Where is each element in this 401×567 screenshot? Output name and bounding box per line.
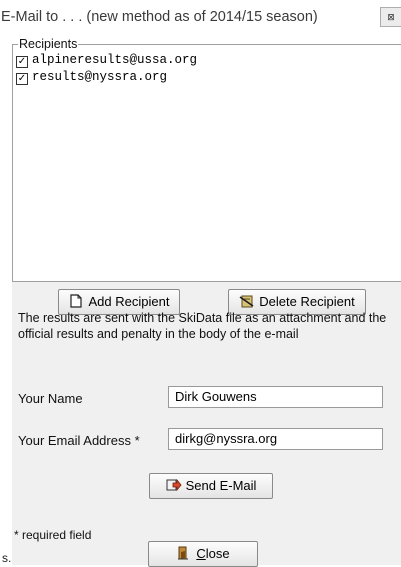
- required-field-note: * required field: [14, 528, 92, 542]
- close-icon: ⊠: [387, 12, 395, 22]
- add-recipient-label: Add Recipient: [88, 294, 170, 309]
- recipient-checkbox[interactable]: ✓: [16, 73, 28, 85]
- close-accelerator: C: [196, 546, 206, 561]
- your-name-field[interactable]: Dirk Gouwens: [168, 386, 383, 408]
- send-mail-icon: [166, 478, 182, 492]
- delete-recipient-label: Delete Recipient: [259, 294, 355, 309]
- window-title: E-Mail to . . . (new method as of 2014/1…: [1, 9, 318, 25]
- close-window-button[interactable]: ⊠: [380, 7, 401, 27]
- send-email-button[interactable]: Send E-Mail: [149, 473, 273, 499]
- recipient-email: results@nyssra.org: [32, 70, 168, 84]
- send-email-label: Send E-Mail: [185, 478, 257, 493]
- exit-door-icon: [176, 546, 190, 560]
- attachment-description: The results are sent with the SkiData fi…: [18, 311, 387, 341]
- close-label: lose: [205, 546, 230, 561]
- your-name-label: Your Name: [18, 391, 83, 406]
- recipients-label: Recipients: [18, 36, 79, 52]
- close-button[interactable]: Close: [148, 541, 258, 567]
- title-bar: E-Mail to . . . (new method as of 2014/1…: [0, 0, 401, 34]
- recipient-item[interactable]: ✓ results@nyssra.org: [16, 69, 396, 86]
- recipient-checkbox[interactable]: ✓: [16, 56, 28, 68]
- panel-left-margin: [0, 282, 12, 565]
- recipients-list[interactable]: ✓ alpineresults@ussa.org ✓ results@nyssra.…: [16, 52, 396, 280]
- delete-icon: [239, 294, 254, 308]
- your-email-field[interactable]: dirkg@nyssra.org: [168, 428, 383, 450]
- trailing-text: s.: [2, 551, 12, 565]
- your-email-label: Your Email Address *: [18, 433, 140, 448]
- recipient-email: alpineresults@ussa.org: [32, 53, 198, 67]
- document-add-icon: [69, 294, 83, 308]
- recipient-item[interactable]: ✓ alpineresults@ussa.org: [16, 52, 396, 69]
